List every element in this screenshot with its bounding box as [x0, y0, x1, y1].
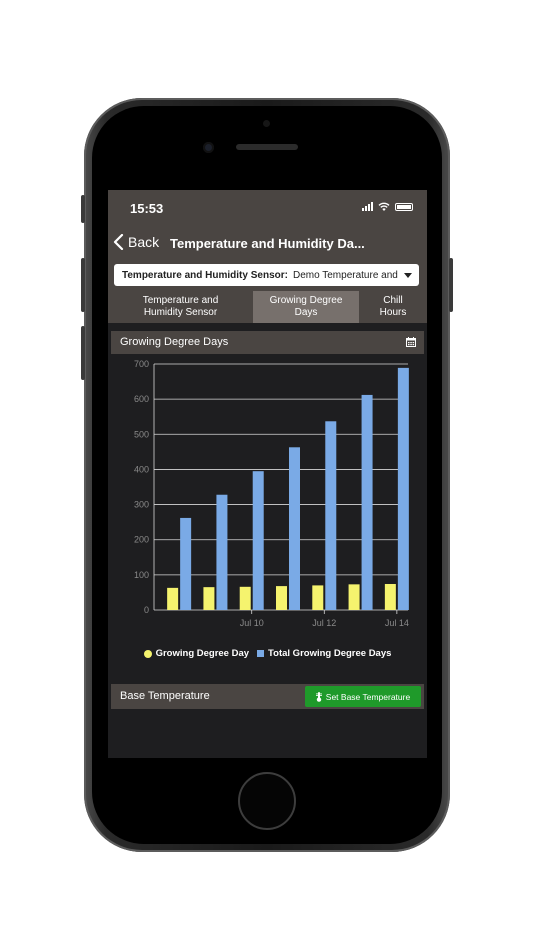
status-icons — [362, 202, 413, 211]
tab-bar: Temperature and Humidity Sensor Growing D… — [108, 291, 427, 323]
sensor-select[interactable]: Temperature and Humidity Sensor: Demo Te… — [114, 264, 419, 286]
home-button[interactable] — [238, 772, 296, 830]
earpiece-speaker — [236, 144, 298, 150]
proximity-sensor — [263, 120, 270, 127]
bar-total-growing-degree-days — [361, 394, 373, 610]
set-base-temperature-button[interactable]: Set Base Temperature — [305, 686, 421, 707]
bar-growing-degree-day — [276, 586, 287, 610]
app-screen: 15:53 Back Temperature and Humidity Da..… — [108, 190, 427, 758]
x-tick-label: Jul 10 — [240, 618, 264, 628]
calendar-icon[interactable] — [406, 337, 416, 347]
bar-growing-degree-day — [203, 587, 215, 610]
tab-temperature-humidity-sensor[interactable]: Temperature and Humidity Sensor — [108, 291, 253, 323]
gdd-chart: 0 100 200 300 400 500 600 700 Jul 10 Jul 12 Jul 14… — [111, 354, 424, 672]
back-label: Back — [128, 234, 160, 250]
legend-label: Total Growing Degree Days — [268, 648, 392, 659]
volume-up-button — [81, 258, 85, 312]
y-tick-label: 700 — [134, 359, 149, 369]
bar-total-growing-degree-days — [252, 471, 264, 610]
tab-label-line2: Hours — [379, 307, 407, 318]
legend-item-growing-degree-day[interactable]: Growing Degree Day — [143, 648, 250, 659]
tab-label-line1: Chill — [383, 295, 403, 306]
bar-growing-degree-day — [167, 587, 179, 610]
x-tick-label: Jul 14 — [385, 618, 409, 628]
y-tick-label: 200 — [134, 535, 149, 545]
tab-label-line2: Days — [294, 307, 318, 318]
y-tick-label: 100 — [134, 570, 149, 580]
y-tick-label: 0 — [144, 605, 149, 615]
volume-down-button — [81, 326, 85, 380]
legend-marker-yellow — [143, 649, 152, 658]
navigation-bar: Back Temperature and Humidity Da... — [108, 226, 427, 261]
page-title: Temperature and Humidity Da... — [170, 236, 365, 251]
tab-label-line1: Growing Degree — [269, 295, 343, 306]
chart-panel-title: Growing Degree Days — [120, 336, 229, 348]
front-camera-icon — [203, 142, 214, 153]
bar-growing-degree-day — [384, 583, 396, 610]
back-button[interactable]: Back — [113, 234, 159, 250]
set-base-temperature-label: Set Base Temperature — [325, 691, 411, 702]
tab-label-line2: Humidity Sensor — [143, 307, 218, 318]
sensor-select-label: Temperature and Humidity Sensor: — [122, 269, 288, 281]
chart-legend: Growing Degree Day Total Growing Degree … — [111, 648, 424, 659]
bar-total-growing-degree-days — [216, 494, 228, 610]
bar-growing-degree-day — [312, 585, 324, 610]
wifi-icon — [378, 202, 390, 211]
legend-item-total-growing-degree-days[interactable]: Total Growing Degree Days — [257, 648, 391, 659]
y-tick-label: 400 — [134, 464, 149, 474]
bar-total-growing-degree-days — [180, 517, 192, 610]
bar-total-growing-degree-days — [289, 447, 300, 610]
battery-icon — [395, 202, 413, 211]
sensor-selector-bar: Temperature and Humidity Sensor: Demo Te… — [108, 261, 427, 291]
tab-chill-hours[interactable]: Chill Hours — [359, 291, 427, 323]
chart-canvas: 0 100 200 300 400 500 600 700 Jul 10 Jul 12 Jul 14 — [134, 359, 409, 628]
status-time: 15:53 — [130, 201, 164, 216]
sensor-select-value: Demo Temperature and — [292, 269, 398, 281]
y-tick-label: 600 — [134, 394, 149, 404]
legend-label: Growing Degree Day — [155, 648, 250, 659]
x-tick-label: Jul 12 — [312, 618, 336, 628]
caret-down-icon — [404, 272, 412, 278]
bar-growing-degree-day — [239, 586, 251, 610]
tab-label-line1: Temperature and — [142, 295, 219, 306]
status-bar: 15:53 — [108, 190, 427, 226]
base-temperature-header: Base Temperature Set Base Temperature — [111, 684, 424, 709]
bar-growing-degree-day — [348, 584, 360, 610]
thermometer-icon — [315, 691, 322, 702]
bar-total-growing-degree-days — [397, 367, 409, 610]
chevron-left-icon — [113, 234, 124, 250]
bar-total-growing-degree-days — [325, 421, 337, 610]
power-button — [449, 258, 453, 312]
cellular-signal-icon — [362, 202, 373, 211]
tab-growing-degree-days[interactable]: Growing Degree Days — [253, 291, 359, 323]
mute-switch — [81, 195, 85, 223]
chart-panel-header: Growing Degree Days — [111, 331, 424, 354]
base-temperature-label: Base Temperature — [120, 690, 210, 702]
legend-marker-blue — [257, 650, 265, 657]
y-tick-label: 300 — [134, 500, 149, 510]
y-tick-label: 500 — [134, 429, 149, 439]
